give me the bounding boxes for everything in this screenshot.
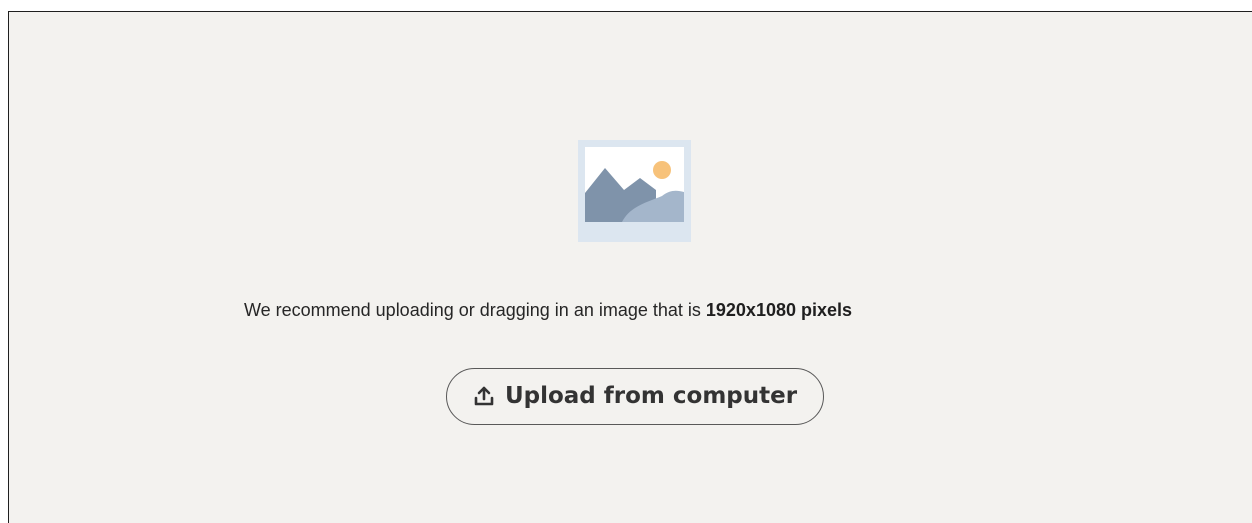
- recommended-resolution: 1920x1080 pixels: [705, 300, 853, 320]
- image-placeholder-icon: [578, 140, 691, 242]
- upload-icon: [473, 385, 495, 407]
- upload-from-computer-button[interactable]: Upload from computer: [446, 368, 824, 425]
- recommendation-prefix: We recommend uploading or dragging in an…: [243, 300, 706, 320]
- upload-button-label: Upload from computer: [504, 382, 798, 409]
- recommendation-text: We recommend uploading or dragging in an…: [9, 298, 1087, 322]
- image-upload-dropzone[interactable]: We recommend uploading or dragging in an…: [8, 11, 1252, 523]
